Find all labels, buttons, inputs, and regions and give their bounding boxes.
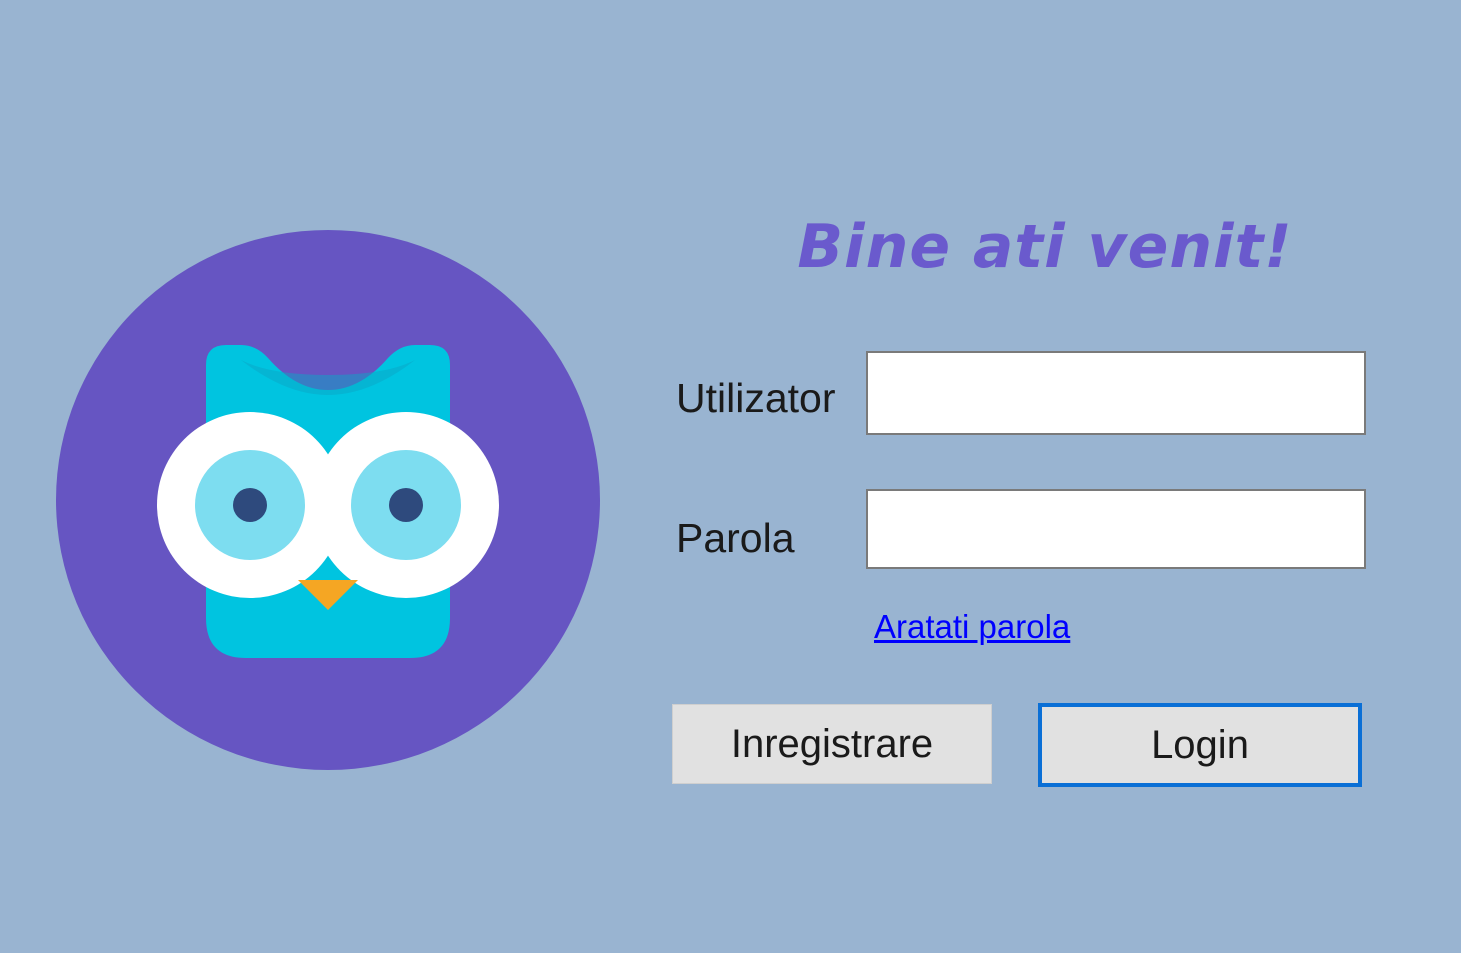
password-label: Parola	[676, 515, 795, 561]
owl-logo	[56, 230, 600, 770]
login-button[interactable]: Login	[1038, 703, 1362, 787]
username-label: Utilizator	[676, 375, 836, 421]
register-button[interactable]: Inregistrare	[672, 704, 992, 784]
password-input[interactable]	[866, 489, 1366, 569]
username-input[interactable]	[866, 351, 1366, 435]
owl-logo-icon	[56, 230, 600, 770]
show-password-link[interactable]: Aratati parola	[874, 608, 1070, 646]
welcome-title: Bine ati venit!	[797, 212, 1293, 282]
